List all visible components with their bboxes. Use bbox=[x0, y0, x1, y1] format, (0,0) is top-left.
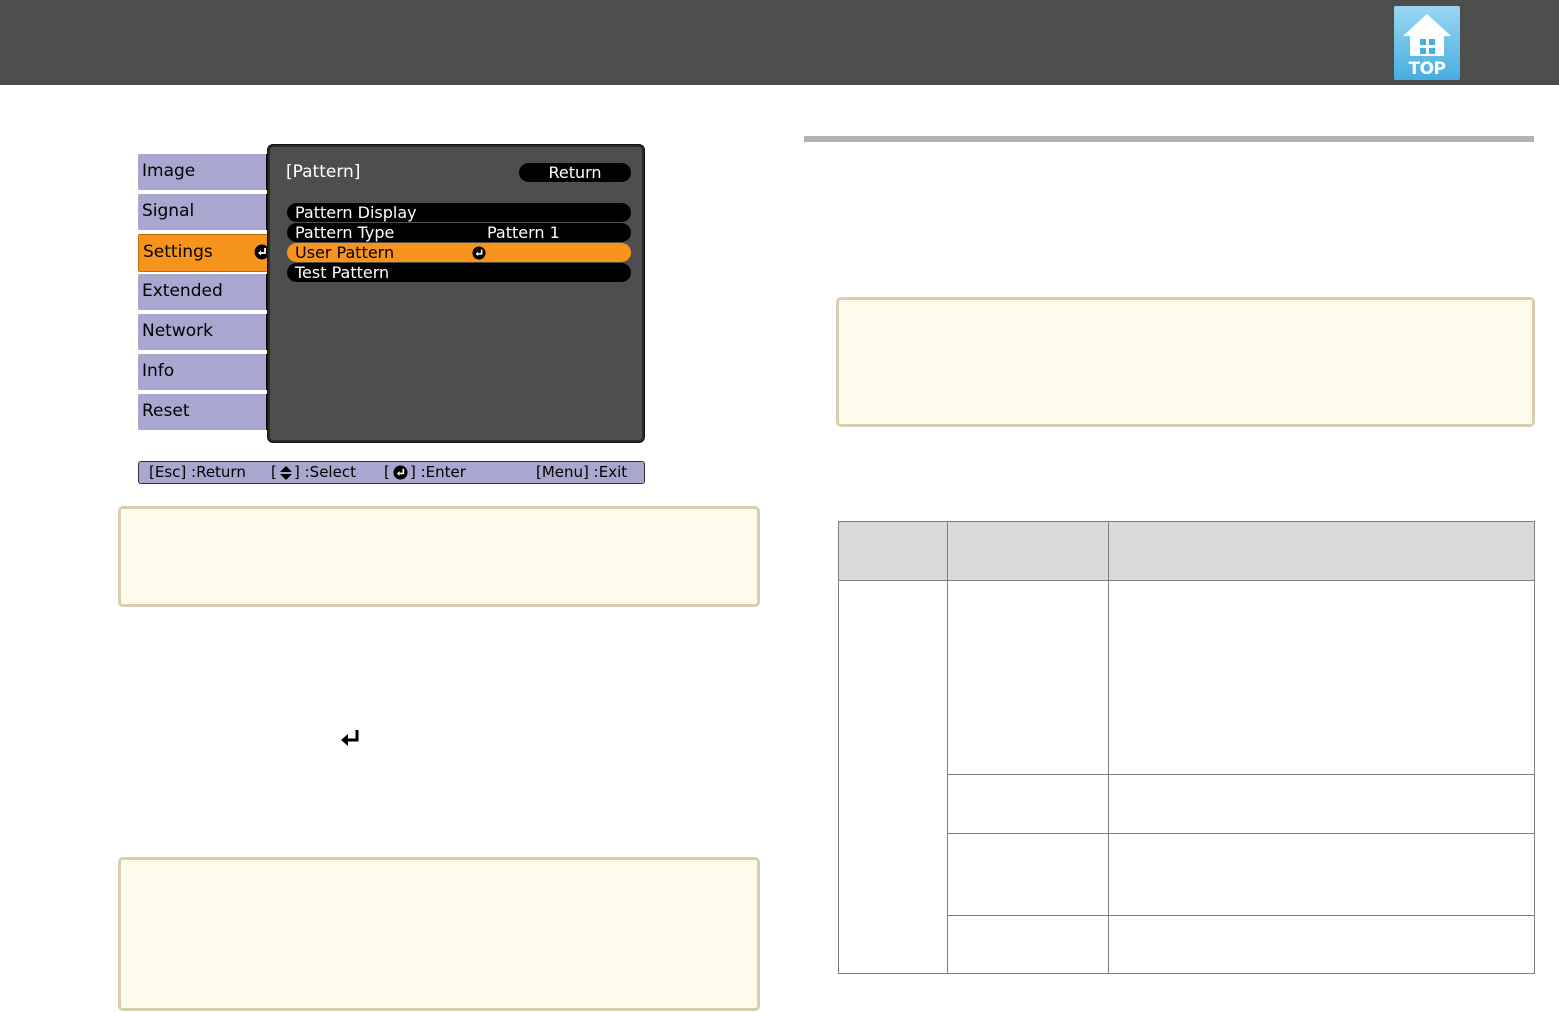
help-select-open: [ bbox=[271, 463, 277, 481]
table-header-cell bbox=[838, 521, 948, 581]
up-down-arrow-icon bbox=[280, 466, 292, 480]
sidebar-item-settings[interactable]: Settings bbox=[138, 234, 276, 272]
option-label: Pattern Display bbox=[295, 203, 417, 222]
menu-help-bar: [Esc] :Return [ ] :Select [ ] :Enter [Me… bbox=[138, 461, 645, 484]
option-label: Pattern Type bbox=[295, 223, 395, 242]
section-rule bbox=[804, 136, 1534, 142]
sidebar-item-image[interactable]: Image bbox=[138, 154, 273, 190]
home-top-icon bbox=[1403, 14, 1451, 56]
option-test-pattern[interactable]: Test Pattern bbox=[287, 263, 631, 282]
table-cell bbox=[838, 580, 948, 974]
help-menu-exit: [Menu] :Exit bbox=[536, 463, 628, 481]
return-button[interactable]: Return bbox=[519, 163, 631, 182]
menu-panel: [Pattern] Return Pattern Display Pattern… bbox=[267, 144, 645, 443]
sidebar-item-network[interactable]: Network bbox=[138, 314, 273, 350]
header-bar: TOP bbox=[0, 0, 1559, 85]
table-cell bbox=[1108, 774, 1535, 834]
option-label: Test Pattern bbox=[295, 263, 390, 282]
sidebar-item-reset[interactable]: Reset bbox=[138, 394, 273, 430]
top-button-label: TOP bbox=[1408, 59, 1446, 79]
sidebar-item-label: Info bbox=[142, 361, 175, 381]
note-box bbox=[118, 857, 760, 1011]
enter-icon bbox=[341, 730, 359, 746]
projector-menu: Image Signal Settings Extended Network I… bbox=[137, 144, 645, 486]
table-cell bbox=[1108, 915, 1535, 974]
table-cell bbox=[1108, 580, 1535, 775]
sidebar-item-info[interactable]: Info bbox=[138, 354, 273, 390]
table-cell bbox=[947, 580, 1109, 775]
option-user-pattern[interactable]: User Pattern bbox=[287, 243, 631, 262]
table-cell bbox=[947, 915, 1109, 974]
enter-icon bbox=[472, 246, 486, 260]
help-enter-close: ] :Enter bbox=[410, 463, 466, 481]
table-header-cell bbox=[947, 521, 1109, 581]
help-select-close: ] :Select bbox=[294, 463, 356, 481]
sidebar-item-label: Settings bbox=[143, 242, 213, 262]
sidebar-item-signal[interactable]: Signal bbox=[138, 194, 273, 230]
table-header-cell bbox=[1108, 521, 1535, 581]
table-cell bbox=[947, 833, 1109, 916]
option-pattern-type[interactable]: Pattern Type Pattern 1 bbox=[287, 223, 631, 242]
option-label: User Pattern bbox=[295, 243, 395, 262]
sidebar-item-label: Network bbox=[142, 321, 213, 341]
note-box bbox=[836, 297, 1535, 427]
table-row bbox=[838, 580, 1535, 974]
option-pattern-display[interactable]: Pattern Display bbox=[287, 203, 631, 222]
table-cell bbox=[1108, 833, 1535, 916]
help-enter-open: [ bbox=[384, 463, 390, 481]
table-cell bbox=[947, 774, 1109, 834]
table-header-row bbox=[838, 521, 1535, 581]
option-value: Pattern 1 bbox=[487, 223, 560, 242]
settings-table bbox=[838, 521, 1535, 974]
sidebar-item-label: Extended bbox=[142, 281, 223, 301]
sidebar-item-extended[interactable]: Extended bbox=[138, 274, 273, 310]
sidebar-item-label: Signal bbox=[142, 201, 195, 221]
help-esc: [Esc] :Return bbox=[149, 463, 246, 481]
panel-title: [Pattern] bbox=[286, 162, 361, 182]
note-box bbox=[118, 506, 760, 607]
sidebar-item-label: Reset bbox=[142, 401, 190, 421]
sidebar-item-label: Image bbox=[142, 161, 196, 181]
enter-icon bbox=[393, 465, 408, 480]
top-button[interactable]: TOP bbox=[1394, 6, 1460, 80]
